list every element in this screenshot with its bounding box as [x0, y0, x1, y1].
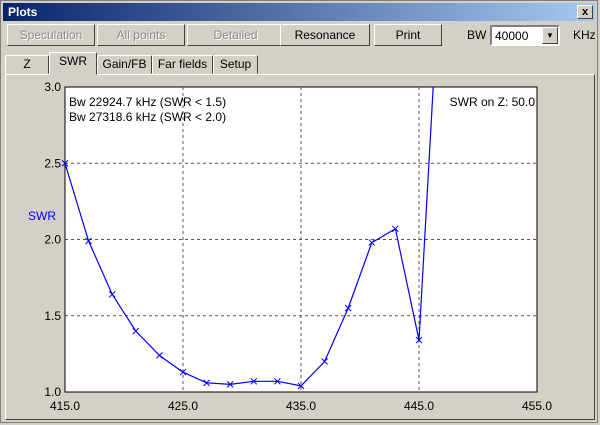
bw-select[interactable]: 40000 ▼	[490, 25, 560, 46]
title-bar[interactable]: Plots x	[3, 3, 595, 21]
bw-annotation-1: Bw 22924.7 kHz (SWR < 1.5)	[69, 95, 226, 109]
x-tick-label: 445.0	[404, 399, 434, 413]
all-points-button[interactable]: All points	[97, 24, 185, 46]
x-tick-labels: 415.0 425.0 435.0 445.0 455.0	[50, 399, 552, 413]
window-title: Plots	[8, 5, 38, 19]
y-tick-label: 2.0	[44, 233, 61, 247]
x-tick-label: 455.0	[522, 399, 552, 413]
y-tick-label: 3.0	[44, 80, 61, 94]
bw-label: BW	[467, 28, 487, 42]
x-tick-label: 435.0	[286, 399, 316, 413]
close-button[interactable]: x	[577, 5, 593, 19]
y-axis-label: SWR	[28, 209, 56, 223]
y-tick-label: 2.5	[44, 156, 61, 170]
speculation-button[interactable]: Speculation	[7, 24, 95, 46]
tab-z[interactable]: Z	[5, 55, 49, 74]
y-tick-label: 1.0	[44, 385, 61, 399]
chevron-down-icon[interactable]: ▼	[542, 27, 558, 44]
detailed-button[interactable]: Detailed	[187, 24, 284, 46]
tab-swr[interactable]: SWR	[49, 52, 97, 75]
swr-on-z-annotation: SWR on Z: 50.0	[450, 95, 536, 109]
plots-window: Plots x Speculation All points Detailed …	[0, 0, 598, 423]
bw-value: 40000	[495, 29, 529, 43]
y-tick-labels: 1.0 1.5 2.0 2.5 3.0	[44, 80, 61, 399]
swr-chart: 1.0 1.5 2.0 2.5 3.0 415.0 425.0 435.0 445.0 455.…	[28, 80, 552, 413]
x-tick-label: 425.0	[168, 399, 198, 413]
bw-annotation-2: Bw 27318.6 kHz (SWR < 2.0)	[69, 110, 226, 124]
tab-far-fields[interactable]: Far fields	[152, 55, 213, 74]
y-tick-label: 1.5	[44, 309, 61, 323]
tab-gain-fb[interactable]: Gain/FB	[97, 55, 152, 74]
resonance-button[interactable]: Resonance	[280, 24, 370, 46]
tab-setup[interactable]: Setup	[213, 55, 258, 74]
bw-unit-label: KHz	[573, 28, 596, 42]
x-tick-label: 415.0	[50, 399, 80, 413]
print-button[interactable]: Print	[374, 24, 442, 46]
